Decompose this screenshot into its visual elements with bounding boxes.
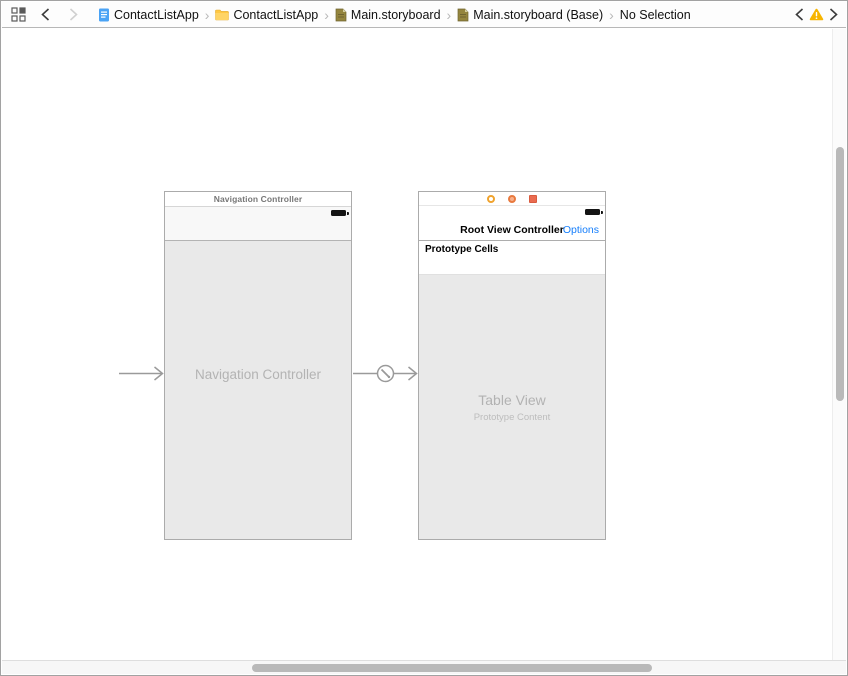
breadcrumb-label: No Selection xyxy=(620,8,691,22)
breadcrumb-label: ContactListApp xyxy=(114,8,199,22)
folder-icon xyxy=(215,9,229,21)
breadcrumb-storyboard-base[interactable]: Main.storyboard (Base) xyxy=(457,8,603,22)
navigation-controller-view[interactable]: Navigation Controller xyxy=(165,241,351,539)
exit-icon[interactable] xyxy=(529,195,537,203)
options-bar-button[interactable]: Options xyxy=(563,220,599,239)
table-view-placeholder-label: Table View xyxy=(478,392,545,408)
breadcrumb-folder[interactable]: ContactListApp xyxy=(215,8,318,22)
breadcrumb-separator: › xyxy=(324,7,329,23)
vertical-scrollbar-track xyxy=(832,29,846,660)
battery-icon xyxy=(331,210,346,216)
prototype-cells-header: Prototype Cells xyxy=(419,241,605,257)
next-issue-icon[interactable] xyxy=(829,8,838,21)
breadcrumb-label: ContactListApp xyxy=(233,8,318,22)
scene-title-label: Navigation Controller xyxy=(214,194,303,204)
back-button-icon[interactable] xyxy=(37,7,53,23)
breadcrumb-separator: › xyxy=(205,7,210,23)
storyboard-file-icon xyxy=(335,8,347,22)
breadcrumb-separator: › xyxy=(609,7,614,23)
navigation-item-title: Root View Controller xyxy=(460,224,564,236)
issue-navigator-controls xyxy=(795,8,838,21)
breadcrumb-storyboard[interactable]: Main.storyboard xyxy=(335,8,441,22)
prototype-content-label: Prototype Content xyxy=(474,412,551,423)
horizontal-scrollbar-track xyxy=(2,660,846,674)
breadcrumb-separator: › xyxy=(447,7,452,23)
scene-dock xyxy=(419,192,605,206)
navigation-controller-scene[interactable]: Navigation Controller Navigation Control… xyxy=(164,191,352,540)
prototype-cells-label: Prototype Cells xyxy=(425,244,498,255)
navigation-bar[interactable] xyxy=(165,207,351,241)
storyboard-file-icon xyxy=(457,8,469,22)
forward-button-icon[interactable] xyxy=(65,7,81,23)
previous-issue-icon[interactable] xyxy=(795,8,804,21)
scene-title-bar[interactable]: Navigation Controller xyxy=(165,192,351,207)
breadcrumb-project[interactable]: ContactListApp xyxy=(98,8,199,22)
navigation-bar[interactable]: Root View Controller Options xyxy=(419,220,605,241)
jump-bar: ContactListApp › ContactListApp › xyxy=(2,2,846,28)
first-responder-icon[interactable] xyxy=(508,195,516,203)
navigation-controller-placeholder-label: Navigation Controller xyxy=(195,367,321,382)
related-items-icon[interactable] xyxy=(9,6,27,24)
vertical-scrollbar-thumb[interactable] xyxy=(836,147,844,401)
root-view-controller-scene[interactable]: Root View Controller Options Prototype C… xyxy=(418,191,606,540)
battery-icon xyxy=(585,209,600,215)
table-view[interactable]: Table View Prototype Content xyxy=(419,275,605,539)
breadcrumb-label: Main.storyboard xyxy=(351,8,441,22)
prototype-table-cell[interactable] xyxy=(419,257,605,275)
xcode-interface-builder-window: ContactListApp › ContactListApp › xyxy=(0,0,848,676)
breadcrumb-no-selection[interactable]: No Selection xyxy=(620,8,691,22)
storyboard-canvas[interactable] xyxy=(2,29,832,660)
view-controller-icon[interactable] xyxy=(487,195,495,203)
project-file-icon xyxy=(98,8,110,22)
horizontal-scrollbar-thumb[interactable] xyxy=(252,664,652,672)
breadcrumb: ContactListApp › ContactListApp › xyxy=(98,7,691,23)
status-bar xyxy=(419,206,605,220)
warning-icon[interactable] xyxy=(809,8,824,21)
breadcrumb-label: Main.storyboard (Base) xyxy=(473,8,603,22)
